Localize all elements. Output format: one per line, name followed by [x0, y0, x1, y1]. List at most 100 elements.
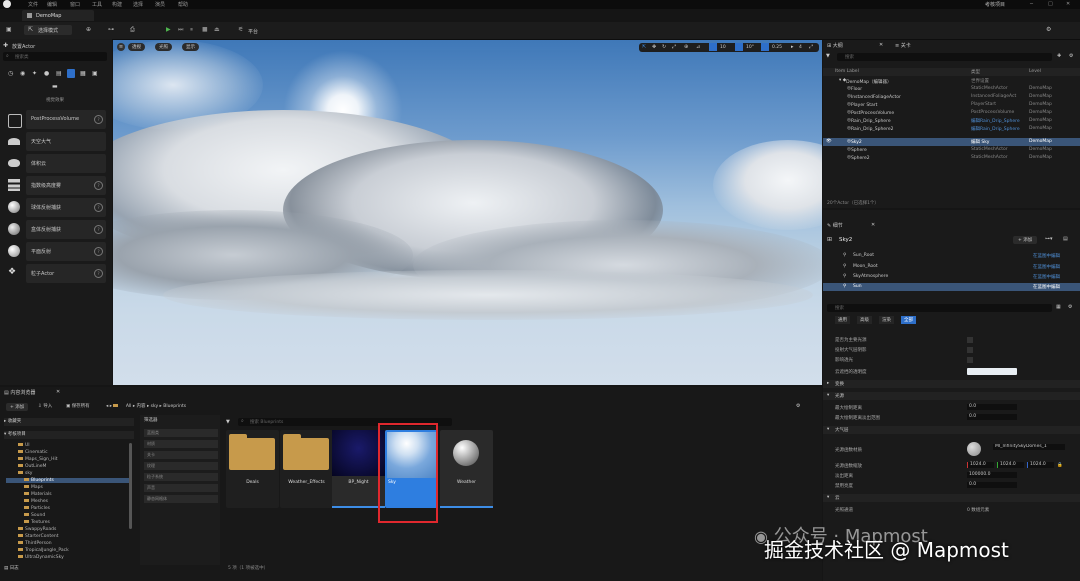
breadcrumb-all[interactable]: All: [126, 404, 132, 409]
visual-effects-icon[interactable]: [67, 69, 75, 78]
component-row[interactable]: ⚲ Sun_Root 在蓝图中编辑: [823, 252, 1080, 260]
section-header[interactable]: ▸ 变换: [823, 380, 1080, 388]
scale-x-input[interactable]: 1024.0: [967, 462, 994, 468]
select-tool-icon[interactable]: ⇱: [642, 44, 646, 50]
menu-actor[interactable]: 演员: [155, 1, 165, 8]
rotation-snap-icon[interactable]: [735, 43, 743, 51]
close-icon[interactable]: ✕: [1066, 1, 1070, 7]
cinematic-icon[interactable]: ⎙: [130, 26, 135, 35]
component-row-selected[interactable]: ⚲ Sun 在蓝图中编辑: [823, 283, 1080, 291]
rotation-snap-value[interactable]: 10°: [746, 45, 754, 50]
menu-tools[interactable]: 工具: [92, 1, 102, 8]
help-icon[interactable]: ?: [94, 115, 103, 124]
menu-window[interactable]: 窗口: [70, 1, 80, 8]
viewport-perspective-button[interactable]: 透视: [128, 43, 145, 51]
help-icon[interactable]: ?: [94, 203, 103, 212]
outliner-settings-icon[interactable]: ⚙: [1069, 53, 1073, 59]
help-icon[interactable]: ?: [94, 247, 103, 256]
outliner-row[interactable]: ◎ Sphere2 StaticMeshActor DemoMap: [823, 154, 1080, 162]
place-item-sky-atmosphere[interactable]: 天空大气: [26, 132, 106, 151]
cb-settings-icon[interactable]: ⚙: [796, 403, 800, 409]
tree-item[interactable]: Particles: [24, 506, 50, 511]
outliner-close-icon[interactable]: ✕: [879, 42, 883, 48]
grid-snap-icon[interactable]: [709, 43, 717, 51]
asset-weather[interactable]: Weather: [440, 430, 493, 508]
property-checkbox[interactable]: [967, 357, 973, 363]
scale-tool-icon[interactable]: ⤢: [672, 44, 676, 50]
outliner-search-input[interactable]: 搜索: [837, 53, 1052, 61]
details-settings-icon[interactable]: ⚙: [1068, 304, 1072, 310]
tree-item[interactable]: Sound: [24, 513, 45, 518]
edit-in-blueprint-link[interactable]: 在蓝图中编辑: [1033, 253, 1060, 259]
scale-y-input[interactable]: 1024.0: [997, 462, 1024, 468]
details-layout-icon[interactable]: ▤: [1063, 236, 1068, 242]
settings-icon[interactable]: ⚙: [1046, 26, 1051, 35]
property-value[interactable]: 0.0: [967, 482, 1017, 488]
camera-speed-value[interactable]: 4: [799, 45, 802, 50]
tree-item[interactable]: SwappyRoads: [18, 527, 56, 532]
section-header[interactable]: ▾ 云: [823, 494, 1080, 502]
world-icon[interactable]: ⊕: [684, 44, 688, 50]
platforms-label[interactable]: 平台: [248, 28, 258, 35]
unreal-logo-icon[interactable]: [3, 0, 11, 8]
blueprint-options-icon[interactable]: ⊶▾: [1045, 236, 1053, 242]
component-row[interactable]: ⚲ Moon_Root 在蓝图中编辑: [823, 263, 1080, 271]
asset-filter-icon[interactable]: ▼: [226, 419, 230, 425]
outliner-row[interactable]: ◎ Player Start PlayerStart DemoMap: [823, 101, 1080, 109]
place-item-box-reflection[interactable]: 盒体反射捕获?: [26, 220, 106, 239]
breadcrumb-sky[interactable]: sky: [151, 404, 158, 409]
camera-speed-icon[interactable]: ▸: [791, 44, 794, 50]
scale-z-input[interactable]: 1024.0: [1027, 462, 1054, 468]
tree-item-selected[interactable]: Blueprints: [6, 478, 132, 483]
edit-in-blueprint-link[interactable]: 在蓝图中编辑: [1033, 274, 1060, 280]
property-checkbox[interactable]: [967, 337, 973, 343]
levels-tab[interactable]: ≡ 关卡: [895, 42, 911, 49]
edit-in-blueprint-link[interactable]: 在蓝图中编辑: [1033, 284, 1060, 290]
level-viewport[interactable]: ≡ 透视 光照 显示 ⇱ ✥ ↻ ⤢ ⊕ ⊿ 10 10° 0.25 ▸ 4 ⤢: [113, 40, 822, 385]
class-search-input[interactable]: ⌕ 搜索类: [3, 52, 107, 61]
filter-item[interactable]: 粒子系统: [144, 473, 218, 481]
play-icon[interactable]: ▶: [166, 26, 171, 35]
all-classes-icon[interactable]: ▣: [92, 70, 98, 77]
section-header[interactable]: ▾ 大气层: [823, 426, 1080, 434]
project-header[interactable]: ▾ 考核项目: [4, 431, 134, 439]
visibility-icon[interactable]: 👁: [826, 139, 832, 144]
tree-item[interactable]: TropicalJungle_Pack: [18, 548, 69, 553]
grid-snap-value[interactable]: 10: [720, 45, 726, 50]
shapes-icon[interactable]: ●: [44, 70, 49, 77]
lock-icon[interactable]: 🔒: [1057, 463, 1063, 468]
menu-file[interactable]: 文件: [28, 1, 38, 8]
scale-snap-value[interactable]: 0.25: [772, 45, 782, 50]
menu-help[interactable]: 帮助: [178, 1, 188, 8]
filter-item[interactable]: 静态网格体: [144, 495, 218, 503]
eject-icon[interactable]: ⏏: [214, 26, 220, 35]
viewport-menu-icon[interactable]: ≡: [117, 43, 125, 51]
pause-icon[interactable]: ⏸: [190, 26, 193, 35]
place-item-planar-reflection[interactable]: 平面反射?: [26, 242, 106, 261]
section-header[interactable]: ▾ 光源: [823, 392, 1080, 400]
help-icon[interactable]: ?: [94, 181, 103, 190]
menu-build[interactable]: 构建: [112, 1, 122, 8]
platforms-icon[interactable]: ⚟: [238, 26, 243, 35]
menu-select[interactable]: 选择: [133, 1, 143, 8]
tree-item[interactable]: Cinematic: [18, 450, 48, 455]
col-level[interactable]: Level: [1029, 69, 1041, 74]
save-icon[interactable]: ▣: [6, 26, 12, 35]
tree-item[interactable]: Meshes: [24, 499, 48, 504]
add-component-button[interactable]: + 添加: [1013, 236, 1038, 244]
menu-edit[interactable]: 编辑: [47, 1, 57, 8]
tree-item[interactable]: UI: [18, 443, 30, 448]
filter-item[interactable]: 蓝图类: [144, 429, 218, 437]
lights-icon[interactable]: ✦: [32, 70, 37, 77]
filter-item[interactable]: 材质: [144, 440, 218, 448]
breadcrumb-content[interactable]: 内容: [137, 404, 146, 409]
level-tab[interactable]: DemoMap: [22, 10, 94, 21]
help-icon[interactable]: ?: [94, 225, 103, 234]
filter-tab-rendering[interactable]: 渲染: [879, 316, 894, 324]
tree-item[interactable]: OutLineM: [18, 464, 46, 469]
viewport-lit-button[interactable]: 光照: [155, 43, 172, 51]
outliner-row[interactable]: ▾ ◆ DemoMap（编辑器） 世界设置: [823, 77, 1080, 85]
asset-folder-weather-effects[interactable]: Weather_Effects: [280, 430, 333, 508]
content-browser-close-icon[interactable]: ✕: [56, 389, 60, 395]
favorites-header[interactable]: ▸ 收藏夹: [4, 418, 134, 426]
